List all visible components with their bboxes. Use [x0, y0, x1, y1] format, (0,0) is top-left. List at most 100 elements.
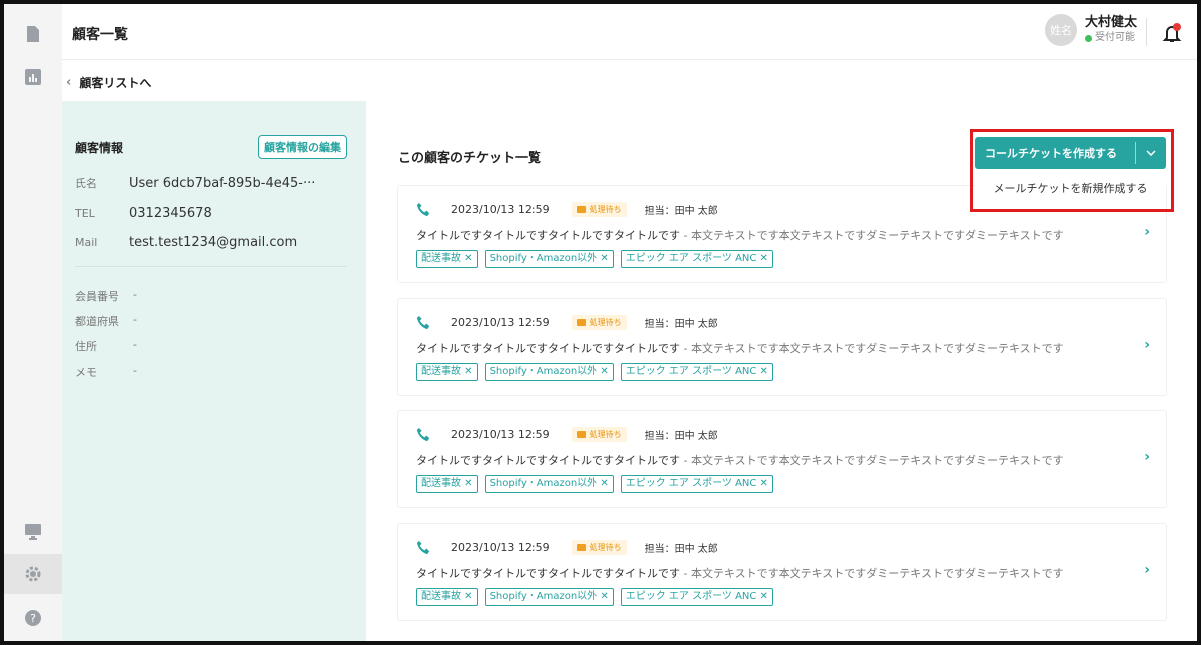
chevron-left-icon: ‹: [66, 75, 72, 90]
document-icon[interactable]: [23, 24, 43, 44]
info-row-member-number: 会員番号 -: [75, 288, 137, 304]
status-badge: 処理待ち: [571, 202, 627, 217]
ticket-assignee: 担当：田中 太郎: [644, 431, 718, 442]
info-value: test.test1234@gmail.com: [129, 235, 298, 250]
ticket-meta: 2023/10/13 12:59 処理待ち 担当：田中 太郎: [416, 315, 718, 330]
tag-chip[interactable]: 配送事故 ✕: [416, 588, 478, 606]
info-row-mail: Mail test.test1234@gmail.com: [75, 235, 297, 250]
phone-icon: [416, 315, 430, 330]
create-mail-ticket-menu-item[interactable]: メールチケットを新規作成する: [975, 172, 1166, 204]
create-call-ticket-button[interactable]: コールチケットを作成する: [975, 137, 1166, 169]
side-rail: ?: [4, 4, 62, 641]
app-window: ? 顧客一覧 姓名 大村健太 受付可能 ‹ 顧客リストへ 顧客情報 顧客情報の編…: [0, 0, 1201, 645]
ticket-meta: 2023/10/13 12:59 処理待ち 担当：田中 太郎: [416, 202, 718, 217]
tag-chip[interactable]: Shopify・Amazon以外 ✕: [484, 588, 614, 606]
chevron-down-icon[interactable]: [1136, 150, 1166, 156]
status-badge-label: 処理待ち: [589, 318, 622, 327]
user-profile[interactable]: 姓名 大村健太 受付可能: [1044, 14, 1137, 46]
inbox-icon: [576, 206, 586, 213]
info-value: User 6dcb7baf-895b-4e45-···: [129, 175, 316, 191]
info-divider: [75, 266, 347, 267]
ticket-tags: 配送事故 ✕ Shopify・Amazon以外 ✕ エピック エア スポーツ A…: [416, 588, 773, 606]
tag-chip[interactable]: 配送事故 ✕: [416, 250, 478, 268]
info-value: -: [133, 288, 137, 301]
status-badge: 処理待ち: [571, 427, 627, 442]
ticket-list-title: この顧客のチケット一覧: [398, 151, 542, 166]
ticket-body: - 本文テキストです本文テキストですダミーテキストですダミーテキストです: [680, 567, 1064, 580]
chevron-right-icon[interactable]: ›: [1144, 562, 1150, 578]
create-call-ticket-label: コールチケットを作成する: [985, 147, 1117, 160]
ticket-summary: タイトルですタイトルですタイトルですタイトルです - 本文テキストです本文テキス…: [416, 565, 1064, 581]
tag-chip[interactable]: Shopify・Amazon以外 ✕: [484, 250, 614, 268]
info-row-prefecture: 都道府県 -: [75, 313, 137, 329]
chevron-right-icon[interactable]: ›: [1144, 449, 1150, 465]
gear-icon[interactable]: [23, 564, 43, 584]
ticket-assignee: 担当：田中 太郎: [644, 319, 718, 330]
customer-info-panel: 顧客情報 顧客情報の編集 氏名 User 6dcb7baf-895b-4e45-…: [62, 101, 366, 641]
tag-chip[interactable]: 配送事故 ✕: [416, 475, 478, 493]
user-status: 受付可能: [1084, 31, 1137, 45]
inbox-icon: [576, 319, 586, 326]
ticket-meta: 2023/10/13 12:59 処理待ち 担当：田中 太郎: [416, 540, 718, 555]
inbox-icon: [576, 544, 586, 551]
edit-customer-button[interactable]: 顧客情報の編集: [258, 135, 347, 159]
help-icon[interactable]: ?: [23, 608, 43, 628]
ticket-title: タイトルですタイトルですタイトルですタイトルです: [416, 342, 680, 355]
info-label: Mail: [75, 236, 98, 249]
svg-text:?: ?: [30, 612, 36, 625]
chevron-right-icon[interactable]: ›: [1144, 337, 1150, 353]
chart-icon[interactable]: [23, 67, 43, 87]
ticket-card[interactable]: 2023/10/13 12:59 処理待ち 担当：田中 太郎 タイトルですタイト…: [398, 299, 1166, 395]
user-name: 大村健太: [1084, 15, 1137, 30]
back-to-customer-list-link[interactable]: ‹ 顧客リストへ: [66, 74, 151, 91]
ticket-body: - 本文テキストです本文テキストですダミーテキストですダミーテキストです: [680, 454, 1064, 467]
ticket-summary: タイトルですタイトルですタイトルですタイトルです - 本文テキストです本文テキス…: [416, 452, 1064, 468]
monitor-icon[interactable]: [23, 522, 43, 542]
ticket-datetime: 2023/10/13 12:59: [451, 428, 550, 441]
ticket-body: - 本文テキストです本文テキストですダミーテキストですダミーテキストです: [680, 229, 1064, 242]
tag-chip[interactable]: Shopify・Amazon以外 ✕: [484, 363, 614, 381]
info-label: TEL: [75, 207, 95, 220]
ticket-card[interactable]: 2023/10/13 12:59 処理待ち 担当：田中 太郎 タイトルですタイト…: [398, 411, 1166, 507]
ticket-assignee: 担当：田中 太郎: [644, 206, 718, 217]
info-row-memo: メモ -: [75, 364, 137, 380]
status-badge-label: 処理待ち: [589, 543, 622, 552]
ticket-body: - 本文テキストです本文テキストですダミーテキストですダミーテキストです: [680, 342, 1064, 355]
ticket-assignee: 担当：田中 太郎: [644, 544, 718, 555]
info-label: 都道府県: [75, 315, 119, 328]
status-badge: 処理待ち: [571, 540, 627, 555]
user-status-label: 受付可能: [1094, 32, 1135, 43]
phone-icon: [416, 540, 430, 555]
page-title: 顧客一覧: [72, 27, 128, 43]
bell-icon[interactable]: [1161, 22, 1183, 44]
ticket-tags: 配送事故 ✕ Shopify・Amazon以外 ✕ エピック エア スポーツ A…: [416, 363, 773, 381]
tag-chip[interactable]: エピック エア スポーツ ANC ✕: [620, 588, 773, 606]
tag-chip[interactable]: Shopify・Amazon以外 ✕: [484, 475, 614, 493]
info-value: -: [133, 364, 137, 377]
status-badge: 処理待ち: [571, 315, 627, 330]
ticket-tags: 配送事故 ✕ Shopify・Amazon以外 ✕ エピック エア スポーツ A…: [416, 475, 773, 493]
top-header: 顧客一覧 姓名 大村健太 受付可能: [62, 4, 1197, 60]
customer-info-title: 顧客情報: [75, 141, 124, 155]
info-label: メモ: [75, 366, 97, 379]
tag-chip[interactable]: エピック エア スポーツ ANC ✕: [620, 475, 773, 493]
ticket-tags: 配送事故 ✕ Shopify・Amazon以外 ✕ エピック エア スポーツ A…: [416, 250, 773, 268]
ticket-card[interactable]: 2023/10/13 12:59 処理待ち 担当：田中 太郎 タイトルですタイト…: [398, 524, 1166, 620]
phone-icon: [416, 427, 430, 442]
info-row-address: 住所 -: [75, 338, 137, 354]
status-badge-label: 処理待ち: [589, 205, 622, 214]
info-label: 会員番号: [75, 290, 119, 303]
header-divider: [1146, 18, 1147, 46]
chevron-right-icon[interactable]: ›: [1144, 224, 1150, 240]
inbox-icon: [576, 431, 586, 438]
tag-chip[interactable]: エピック エア スポーツ ANC ✕: [620, 250, 773, 268]
info-row-tel: TEL 0312345678: [75, 206, 212, 221]
tag-chip[interactable]: 配送事故 ✕: [416, 363, 478, 381]
ticket-summary: タイトルですタイトルですタイトルですタイトルです - 本文テキストです本文テキス…: [416, 227, 1064, 243]
tag-chip[interactable]: エピック エア スポーツ ANC ✕: [620, 363, 773, 381]
back-link-label: 顧客リストへ: [79, 76, 152, 90]
ticket-datetime: 2023/10/13 12:59: [451, 541, 550, 554]
ticket-datetime: 2023/10/13 12:59: [451, 203, 550, 216]
avatar: 姓名: [1044, 14, 1077, 46]
phone-icon: [416, 202, 430, 217]
